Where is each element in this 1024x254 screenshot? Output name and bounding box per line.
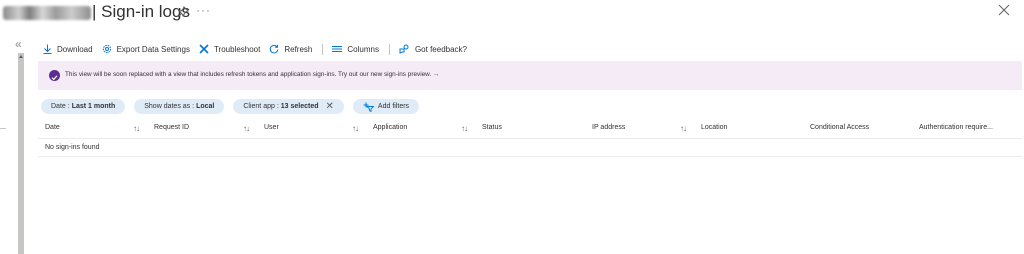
refresh-button[interactable]: Refresh [269,44,312,54]
banner-message[interactable]: This view will be soon replaced with a v… [65,71,439,78]
refresh-label: Refresh [284,44,313,54]
table-row: No sign-ins found [38,139,1022,157]
column-header-request-id[interactable]: Request ID [154,124,189,131]
scroll-up-icon[interactable] [19,55,23,58]
download-icon [43,44,52,54]
add-filters-button[interactable]: Add filters [352,99,420,114]
sort-icon[interactable]: ↑↓ [243,124,250,133]
export-data-settings-label: Export Data Settings [116,44,190,54]
info-icon [49,70,60,81]
feedback-button[interactable]: Got feedback? [399,44,467,54]
filter-bar: Date : Last 1 month Show dates as : Loca… [41,99,428,114]
left-scrollbar[interactable] [18,53,24,254]
columns-label: Columns [347,44,379,54]
left-divider [0,128,6,129]
client-app-label: Client app : [243,103,279,110]
blade-header: | Sign-in logs ··· [0,0,1024,26]
add-filter-icon [363,102,374,112]
sort-icon[interactable]: ↑↓ [352,124,359,133]
client-app-filter-pill[interactable]: Client app : 13 selected ✕ [233,99,344,114]
column-header-date[interactable]: Date [45,124,60,131]
table-header: Date ↑↓ Request ID ↑↓ User ↑↓ Applicatio… [38,120,1022,139]
download-button[interactable]: Download [43,44,93,54]
columns-button[interactable]: Columns [332,45,379,54]
more-options-button[interactable]: ··· [196,3,211,17]
date-filter-label: Date : [51,103,70,110]
client-app-value: 13 selected [280,103,319,110]
feedback-label: Got feedback? [414,44,467,54]
add-filters-label: Add filters [377,103,410,110]
toolbar-divider [388,43,390,55]
remove-filter-icon[interactable]: ✕ [326,101,334,112]
sort-icon[interactable]: ↑↓ [133,124,140,133]
tenant-name-redacted [3,6,91,20]
toolbar-divider [322,43,324,55]
banner-text: This view will be soon replaced with a v… [65,71,432,78]
sign-in-logs-table: Date ↑↓ Request ID ↑↓ User ↑↓ Applicatio… [38,120,1022,157]
date-filter-pill[interactable]: Date : Last 1 month [41,99,126,114]
arrow-right-icon: → [433,71,440,78]
collapse-menu-button[interactable]: « [15,38,22,50]
show-dates-label: Show dates as : [144,103,195,110]
empty-state-text: No sign-ins found [45,144,100,151]
columns-icon [332,46,343,52]
column-header-user[interactable]: User [264,124,279,131]
sort-icon[interactable]: ↑↓ [461,124,468,133]
command-bar: Download Export Data Settings Troublesho… [43,41,476,57]
troubleshoot-button[interactable]: Troubleshoot [199,44,260,54]
date-filter-value: Last 1 month [71,103,116,110]
column-header-application[interactable]: Application [373,124,407,131]
refresh-icon [270,44,279,54]
pin-icon[interactable] [176,5,190,19]
wrench-icon [199,44,209,54]
sort-icon[interactable]: ↑↓ [680,124,687,133]
column-header-conditional-access[interactable]: Conditional Access [810,124,869,131]
show-dates-filter-pill[interactable]: Show dates as : Local [134,99,225,114]
troubleshoot-label: Troubleshoot [213,44,261,54]
feedback-icon [399,44,409,54]
show-dates-value: Local [196,103,215,110]
close-icon[interactable] [998,4,1010,16]
gear-icon [102,44,111,54]
column-header-location[interactable]: Location [701,124,727,131]
preview-banner: This view will be soon replaced with a v… [38,61,1022,90]
column-header-ip-address[interactable]: IP address [592,124,625,131]
export-data-settings-button[interactable]: Export Data Settings [102,44,190,54]
download-label: Download [57,44,93,54]
column-header-status[interactable]: Status [482,124,502,131]
column-header-authentication-requirement[interactable]: Authentication require... [919,124,993,131]
